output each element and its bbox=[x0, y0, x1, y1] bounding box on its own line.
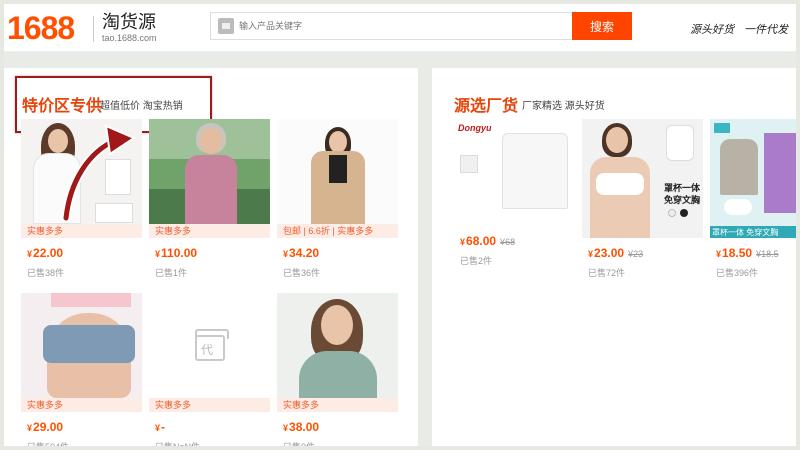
product-sold-count: 已售1件 bbox=[155, 268, 188, 278]
search-button[interactable]: 搜索 bbox=[572, 12, 632, 40]
product-image[interactable] bbox=[277, 293, 398, 398]
top-header: 1688 淘货源 tao.1688.com 搜索 源头好货 一件代发 bbox=[4, 4, 796, 52]
product-price: ¥23.00 ¥23 bbox=[588, 246, 644, 260]
source-goods-link[interactable]: 源头好货 bbox=[690, 21, 734, 37]
search-box[interactable] bbox=[210, 12, 572, 40]
product-sold-count: 已售0件 bbox=[283, 442, 316, 450]
product-sold-count: 已售38件 bbox=[27, 268, 65, 278]
product-brand: Dongyu bbox=[458, 123, 492, 133]
product-image[interactable] bbox=[277, 119, 398, 224]
product-tag: 实惠多多 bbox=[21, 398, 142, 412]
product-card[interactable]: 代 实惠多多 ¥- 已售NaN件 bbox=[149, 293, 270, 450]
product-price: ¥34.20 bbox=[283, 246, 320, 260]
product-price: ¥- bbox=[155, 420, 166, 434]
product-card[interactable]: 包邮 | 6.6折 | 实惠多多 ¥34.20 已售36件 bbox=[277, 119, 398, 279]
product-card[interactable]: 实惠多多 ¥29.00 已售504件 bbox=[21, 293, 142, 450]
annotation-arrow-icon bbox=[61, 124, 137, 222]
product-image[interactable] bbox=[149, 119, 270, 224]
search-input[interactable] bbox=[239, 13, 569, 39]
product-price: ¥110.00 bbox=[155, 246, 198, 260]
product-tag: 实惠多多 bbox=[149, 398, 270, 412]
product-image[interactable]: 罩杯一体 免穿文胸 bbox=[710, 119, 796, 238]
image-search-icon[interactable] bbox=[218, 18, 234, 34]
product-tag: 实惠多多 bbox=[277, 398, 398, 412]
brand-url: tao.1688.com bbox=[102, 33, 157, 43]
product-card[interactable]: 罩杯一体 免穿文胸 ¥18.50 ¥18.5 已售396件 bbox=[710, 119, 796, 279]
product-card[interactable]: Dongyu 20年老厂 | 实景拍摄 | 24小时发货 | 累计销售10000… bbox=[454, 119, 575, 267]
product-tag: 实惠多多 bbox=[149, 224, 270, 238]
product-card[interactable]: 实惠多多 ¥110.00 已售1件 bbox=[149, 119, 270, 279]
site-logo[interactable]: 1688 bbox=[7, 10, 75, 46]
product-price: ¥38.00 bbox=[283, 420, 320, 434]
product-sold-count: 已售504件 bbox=[27, 442, 70, 450]
product-sold-count: 已售36件 bbox=[283, 268, 321, 278]
product-sold-count: 已售NaN件 bbox=[155, 442, 201, 450]
product-image[interactable]: Dongyu bbox=[454, 119, 575, 224]
product-sold-count: 已售72件 bbox=[588, 268, 626, 278]
product-image[interactable] bbox=[21, 293, 142, 398]
dropshipping-link[interactable]: 一件代发 bbox=[744, 21, 788, 37]
product-banner: 20年老厂 | 实景拍摄 | 24小时发货 | 累计销售100000+ bbox=[456, 232, 575, 238]
product-price: ¥22.00 bbox=[27, 246, 64, 260]
product-label: 罩杯一体 免穿文胸 bbox=[712, 228, 779, 237]
product-sold-count: 已售396件 bbox=[716, 268, 759, 278]
brand-name[interactable]: 淘货源 bbox=[102, 12, 156, 32]
product-tag: 包邮 | 6.6折 | 实惠多多 bbox=[277, 224, 398, 238]
brand-divider bbox=[93, 16, 94, 42]
product-image[interactable]: 罩杯一体 免穿文胸 bbox=[582, 119, 703, 238]
product-sold-count: 已售2件 bbox=[460, 256, 493, 266]
product-label: 免穿文胸 bbox=[664, 195, 701, 205]
product-image-placeholder[interactable]: 代 bbox=[149, 293, 270, 398]
product-tag: 实惠多多 bbox=[21, 224, 142, 238]
product-card[interactable]: 罩杯一体 免穿文胸 ¥23.00 ¥23 已售72件 bbox=[582, 119, 703, 279]
factory-goods-title[interactable]: 源选厂货 bbox=[454, 92, 518, 116]
product-price: ¥18.50 ¥18.5 bbox=[716, 246, 779, 260]
factory-goods-subtitle: 厂家精选 源头好货 bbox=[522, 101, 605, 112]
product-card[interactable]: 实惠多多 ¥38.00 已售0件 bbox=[277, 293, 398, 450]
product-price: ¥29.00 bbox=[27, 420, 64, 434]
